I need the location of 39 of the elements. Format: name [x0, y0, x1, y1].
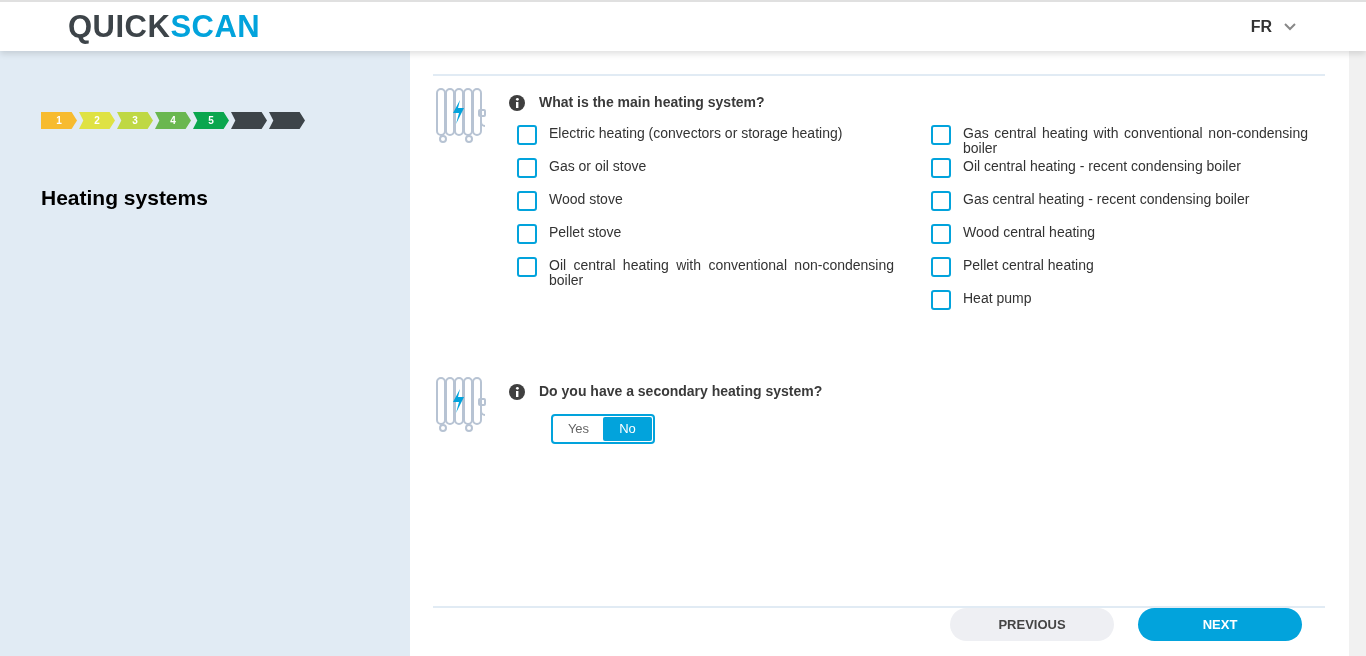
- checkbox[interactable]: [931, 191, 951, 211]
- option-label: Pellet central heating: [963, 257, 1094, 273]
- question-text: Do you have a secondary heating system?: [539, 382, 823, 401]
- option-label: Electric heating (convectors or storage heating): [549, 125, 843, 141]
- checkbox[interactable]: [517, 257, 537, 277]
- progress-step: 2: [79, 112, 115, 129]
- checkbox[interactable]: [931, 125, 951, 145]
- option-label: Gas central heating with conventional non-condensing boiler: [963, 125, 1308, 156]
- section-title: Heating systems: [41, 185, 209, 211]
- checkbox[interactable]: [931, 224, 951, 244]
- checkbox[interactable]: [517, 191, 537, 211]
- option-label: Oil central heating with conventional non-condensing boiler: [549, 257, 894, 288]
- chevron-down-icon: [1284, 22, 1296, 31]
- radiator-icon: [433, 86, 489, 144]
- language-selector[interactable]: FR: [1250, 14, 1296, 39]
- checkbox[interactable]: [517, 224, 537, 244]
- option-label: Wood central heating: [963, 224, 1096, 240]
- option-label: Heat pump: [963, 290, 1032, 306]
- scrollbar[interactable]: [1349, 51, 1366, 656]
- progress-step: 1: [41, 112, 77, 129]
- checkbox[interactable]: [517, 158, 537, 178]
- progress-step: 4: [155, 112, 191, 129]
- progress-step: 3: [117, 112, 153, 129]
- info-icon[interactable]: [509, 383, 525, 400]
- checkbox[interactable]: [931, 290, 951, 310]
- radiator-icon: [433, 375, 489, 433]
- progress-step: 5: [193, 112, 229, 129]
- option-label: Gas or oil stove: [549, 158, 647, 174]
- previous-button[interactable]: PREVIOUS: [950, 608, 1114, 641]
- checkbox[interactable]: [931, 257, 951, 277]
- info-icon[interactable]: [509, 94, 525, 111]
- option-label: Gas central heating - recent condensing boiler: [963, 191, 1250, 207]
- option-label: Oil central heating - recent condensing boiler: [963, 158, 1241, 174]
- option-label: Wood stove: [549, 191, 623, 207]
- question-text: What is the main heating system?: [539, 93, 765, 112]
- quickscan-logo[interactable]: QUICKSCAN: [68, 11, 261, 42]
- checkbox[interactable]: [931, 158, 951, 178]
- option-label: Pellet stove: [549, 224, 622, 240]
- checkbox[interactable]: [517, 125, 537, 145]
